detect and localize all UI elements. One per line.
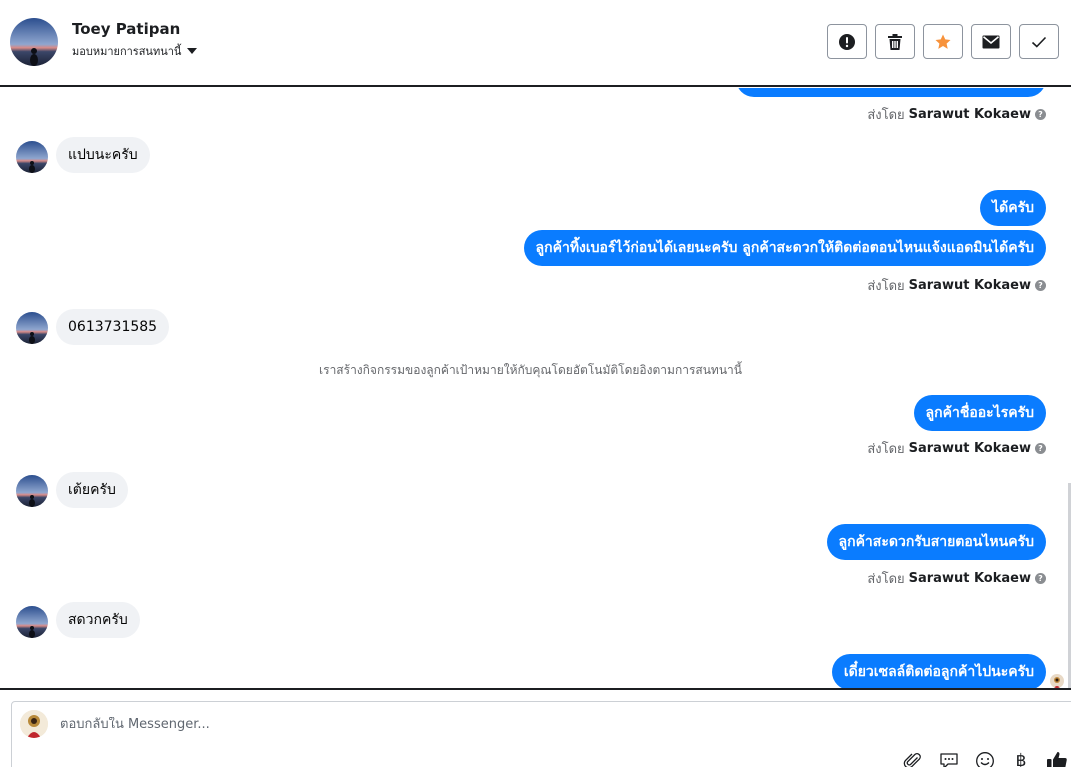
contact-avatar-small: [16, 312, 48, 344]
outgoing-message: ลูกค้าสะดวกรับสายตอนไหนครับ: [826, 524, 1046, 560]
delete-button[interactable]: [875, 24, 915, 59]
message-thread[interactable]: ส่งโดย Sarawut Kokaew ? แปบนะครับ ได้ครั…: [0, 88, 1071, 688]
sender-name: Sarawut Kokaew: [908, 571, 1031, 586]
assign-label: มอบหมายการสนทนานี้: [72, 45, 182, 58]
outgoing-message: ลูกค้าทิ้งเบอร์ไว้ก่อนได้เลยนะครับ ลูกค้…: [523, 230, 1046, 266]
like-button[interactable]: [1046, 750, 1068, 767]
help-icon[interactable]: ?: [1035, 573, 1046, 584]
paperclip-icon: [903, 753, 921, 767]
sent-by-label: ส่งโดย Sarawut Kokaew ?: [867, 104, 1046, 125]
outgoing-message: [736, 88, 1046, 97]
alert-icon: [839, 33, 855, 50]
header-actions: [827, 24, 1059, 59]
system-note: เราสร้างกิจกรรมของลูกค้าเป้าหมายให้กับคุ…: [319, 363, 742, 377]
chat-bubble-icon: [940, 753, 958, 767]
composer-divider: [0, 688, 1071, 690]
composer-tools: ฿: [902, 750, 1068, 767]
star-icon: [935, 34, 951, 49]
saved-replies-button[interactable]: [938, 750, 960, 767]
trash-icon: [888, 33, 902, 50]
reply-input[interactable]: [60, 717, 860, 732]
assign-conversation-dropdown[interactable]: มอบหมายการสนทนานี้: [72, 42, 198, 60]
caret-down-icon: [187, 48, 198, 54]
sent-by-label: ส่งโดย Sarawut Kokaew ?: [867, 438, 1046, 459]
outgoing-message: เดี๋ยวเซลล์ติดต่อลูกค้าไปนะครับ: [831, 654, 1046, 688]
mark-unread-button[interactable]: [971, 24, 1011, 59]
contact-avatar-small: [16, 606, 48, 638]
thumbs-up-icon: [1047, 752, 1067, 767]
help-icon[interactable]: ?: [1035, 443, 1046, 454]
check-icon: [1031, 36, 1047, 48]
star-button[interactable]: [923, 24, 963, 59]
mark-spam-button[interactable]: [827, 24, 867, 59]
mark-done-button[interactable]: [1019, 24, 1059, 59]
contact-avatar-small: [16, 141, 48, 173]
contact-avatar[interactable]: [10, 18, 58, 66]
incoming-message: เต้ยครับ: [56, 472, 128, 508]
help-icon[interactable]: ?: [1035, 280, 1046, 291]
contact-avatar-small: [16, 475, 48, 507]
smiley-icon: [976, 752, 994, 767]
incoming-message: แปบนะครับ: [56, 137, 150, 173]
sender-name: Sarawut Kokaew: [908, 107, 1031, 122]
reply-composer: ฿: [11, 701, 1071, 767]
outgoing-message: ได้ครับ: [980, 190, 1046, 226]
sender-name: Sarawut Kokaew: [908, 441, 1031, 456]
outgoing-message: ลูกค้าชื่ออะไรครับ: [913, 395, 1046, 431]
contact-name: Toey Patipan: [72, 20, 181, 38]
sender-name: Sarawut Kokaew: [908, 278, 1031, 293]
sent-by-label: ส่งโดย Sarawut Kokaew ?: [867, 568, 1046, 589]
incoming-message: สดวกครับ: [56, 602, 140, 638]
sent-by-label: ส่งโดย Sarawut Kokaew ?: [867, 275, 1046, 296]
seen-indicator-avatar: [1050, 674, 1064, 688]
baht-icon[interactable]: ฿: [1010, 750, 1032, 767]
emoji-button[interactable]: [974, 750, 996, 767]
incoming-message: 0613731585: [56, 309, 170, 345]
help-icon[interactable]: ?: [1035, 109, 1046, 120]
attach-button[interactable]: [902, 750, 924, 767]
page-avatar: [20, 710, 48, 738]
conversation-header: Toey Patipan มอบหมายการสนทนานี้: [0, 0, 1071, 87]
envelope-icon: [982, 35, 1000, 48]
